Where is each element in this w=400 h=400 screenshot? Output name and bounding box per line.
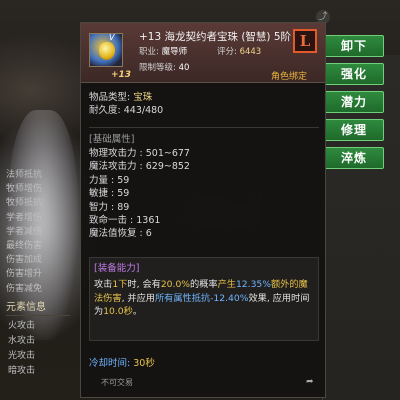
durability-label: 耐久度: xyxy=(89,105,121,117)
durability-value: 443/480 xyxy=(123,105,164,117)
equip-ability-text: 攻击1下时, 会有20.0%的概率产生12.35%额外的魔法伤害, 并应用所有属… xyxy=(94,278,314,319)
stat-item: 牧师增伤 xyxy=(6,184,43,195)
element-item: 火攻击 xyxy=(8,321,36,331)
stat-label: 魔法攻击力 : xyxy=(89,161,146,173)
element-item: 暗攻击 xyxy=(8,366,36,376)
job-row: 职业: 魔导师 xyxy=(139,45,187,57)
level-row: 限制等级: 40 xyxy=(139,61,189,73)
trade-status: 不可交易 xyxy=(101,378,133,387)
item-type-row: 物品类型: 宝珠 xyxy=(89,91,319,104)
element-info-header[interactable]: 元素信息 xyxy=(6,300,70,316)
eff-seg: 12.35% xyxy=(235,279,271,290)
item-basic-info: 物品类型: 宝珠 耐久度: 443/480 xyxy=(89,91,319,118)
eff-seg: 1下 xyxy=(112,279,128,290)
equip-ability-box: [装备能力] 攻击1下时, 会有20.0%的概率产生12.35%额外的魔法伤害,… xyxy=(89,257,319,341)
stat-item: 伤害减免 xyxy=(6,283,43,294)
stat-value: 501~677 xyxy=(145,148,190,159)
stat-row: 致命一击 : 1361 xyxy=(89,214,319,227)
stat-list: 法师抵抗 牧师增伤 牧师抵抗 学者增伤 学者减伤 最终伤害 伤害加成 伤害增升 … xyxy=(6,168,76,296)
stat-label: 敏捷 : xyxy=(89,188,118,200)
stat-item: 学者减伤 xyxy=(6,226,43,237)
eff-seg: 产生 xyxy=(217,279,236,290)
item-title: +13 海龙契约者宝珠 (智慧) 5阶 xyxy=(139,31,292,43)
bind-status: 角色绑定 xyxy=(271,72,308,82)
tooltip-header: V +13 +13 海龙契约者宝珠 (智慧) 5阶 职业: 魔导师 评分: 64… xyxy=(81,23,325,83)
stat-row: 物理攻击力 : 501~677 xyxy=(89,147,319,160)
stat-value: 1361 xyxy=(136,214,161,226)
stat-label: 智力 : xyxy=(89,201,118,213)
element-item: 光攻击 xyxy=(8,351,36,361)
item-action-menu: 卸下 强化 潜力 修理 淬炼 xyxy=(324,35,388,175)
legendary-grade-badge: L xyxy=(293,29,317,53)
stat-row: 力量 : 59 xyxy=(89,174,319,187)
level-label: 限制等级: xyxy=(139,63,176,73)
potential-button[interactable]: 潜力 xyxy=(324,91,384,113)
eff-seg: , 并应用 xyxy=(121,292,155,304)
stat-row: 敏捷 : 59 xyxy=(89,187,319,200)
base-stats-title: [基础属性] xyxy=(89,134,135,145)
eff-seg: 攻击 xyxy=(94,279,113,290)
level-value: 40 xyxy=(178,63,190,73)
stat-item: 法师抵抗 xyxy=(6,170,43,180)
stat-label: 物理攻击力 : xyxy=(89,148,146,159)
orb-item-icon xyxy=(89,33,123,67)
stat-value: 629~852 xyxy=(145,161,190,173)
stat-item: 伤害加成 xyxy=(6,255,43,266)
stat-value: 6 xyxy=(145,228,152,240)
stat-item: 最终伤害 xyxy=(6,240,43,251)
stat-label: 魔法值恢复 : xyxy=(89,228,146,240)
eff-seg: 20.0% xyxy=(160,279,191,290)
repair-button[interactable]: 修理 xyxy=(324,119,384,141)
stat-value: 89 xyxy=(117,201,130,213)
base-stats: [基础属性] 物理攻击力 : 501~677 魔法攻击力 : 629~852 力… xyxy=(89,133,319,241)
eff-seg: 10.0秒 xyxy=(103,306,133,317)
job-value: 魔导师 xyxy=(161,47,188,57)
element-list: 火攻击 水攻击 光攻击 暗攻击 xyxy=(8,319,72,379)
cooldown-row: 冷却时间: 30秒 xyxy=(89,355,155,369)
item-tooltip: V +13 +13 海龙契约者宝珠 (智慧) 5阶 职业: 魔导师 评分: 64… xyxy=(80,22,326,398)
divider xyxy=(89,127,319,128)
temper-button[interactable]: 淬炼 xyxy=(324,147,384,169)
stat-value: 59 xyxy=(117,188,130,200)
gem-icon xyxy=(99,42,115,60)
stat-value: 59 xyxy=(117,174,130,186)
job-label: 职业: xyxy=(139,47,159,57)
share-arrow-icon[interactable]: ➦ xyxy=(306,377,314,387)
cooldown-label: 冷却时间: xyxy=(89,358,131,369)
stat-row: 魔法攻击力 : 629~852 xyxy=(89,160,319,173)
durability-row: 耐久度: 443/480 xyxy=(89,104,319,117)
stat-item: 伤害增升 xyxy=(6,269,43,280)
grade-mark: V xyxy=(109,33,115,42)
stat-row: 智力 : 89 xyxy=(89,201,319,214)
element-item: 水攻击 xyxy=(8,336,36,346)
stat-label: 力量 : xyxy=(89,174,118,186)
unequip-button[interactable]: 卸下 xyxy=(324,35,384,57)
type-label: 物品类型: xyxy=(89,92,131,103)
eff-seg: 。 xyxy=(132,306,143,317)
stat-row: 魔法值恢复 : 6 xyxy=(89,227,319,240)
stat-item: 牧师抵抗 xyxy=(6,198,43,209)
score-row: 评分: 6443 xyxy=(217,45,261,57)
enhance-level: +13 xyxy=(111,70,132,80)
score-label: 评分: xyxy=(217,47,237,57)
eff-seg: 时, 会有 xyxy=(127,279,161,290)
score-value: 6443 xyxy=(239,47,262,57)
equip-ability-title: [装备能力] xyxy=(94,263,140,274)
enhance-button[interactable]: 强化 xyxy=(324,63,384,85)
eff-seg: 所有属性抵抗-12.40% xyxy=(154,292,249,304)
eff-seg: 的概率 xyxy=(190,279,218,290)
stat-label: 致命一击 : xyxy=(89,214,137,226)
type-value: 宝珠 xyxy=(133,92,153,103)
stat-item: 学者增伤 xyxy=(6,212,43,223)
cooldown-value: 30秒 xyxy=(133,358,155,369)
